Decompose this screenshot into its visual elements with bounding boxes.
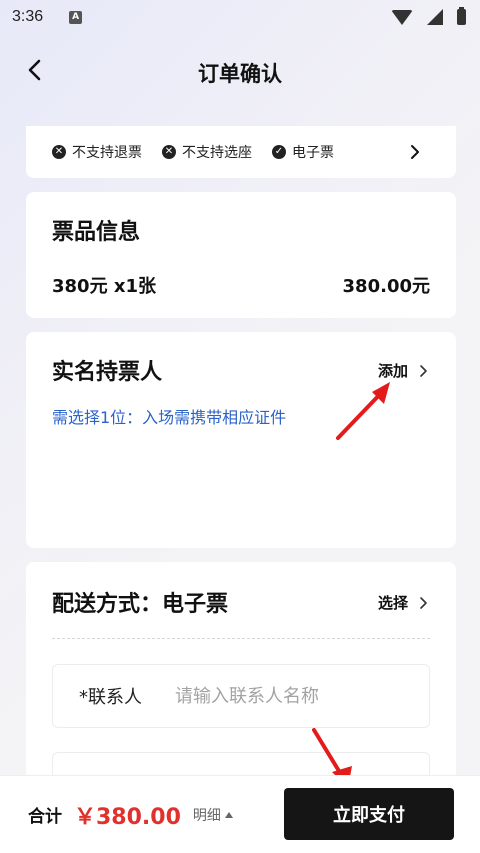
ticket-price: 380.00元 [342,276,430,297]
caret-up-icon [224,811,233,818]
battery-icon [457,7,466,25]
chevron-right-icon[interactable] [408,142,422,162]
total-label: 合计 [28,807,62,827]
contact-label: *联系人 [79,687,142,708]
tag-no-seat-selection: ✕ 不支持选座 [162,142,252,162]
price-detail-label: 明细 [192,807,221,824]
add-holder-label: 添加 [377,362,408,380]
tag-no-refund: ✕ 不支持退票 [52,142,142,162]
ticket-holder-card: 实名持票人 添加 需选择1位：入场需携带相应证件 [26,332,456,548]
chevron-right-icon [420,596,427,609]
tag-label: 电子票 [292,145,334,161]
page-title: 订单确认 [198,62,282,86]
status-time: 3:36 [12,8,44,25]
x-circle-icon: ✕ [52,145,66,159]
signal-icon [427,9,443,25]
chevron-right-icon [420,364,427,377]
contact-name-input[interactable] [175,685,415,707]
tag-label: 不支持退票 [72,145,142,161]
status-indicators [391,7,466,25]
delivery-method-title: 配送方式：电子票 [52,592,229,617]
nav-bar: 订单确认 [0,40,480,102]
ticket-holder-title: 实名持票人 [52,360,163,385]
ticket-info-card: 票品信息 380元 x1张 380.00元 [26,192,456,318]
dashed-divider [52,638,430,639]
delivery-card: 配送方式：电子票 选择 *联系人 [26,562,456,812]
status-bar: 3:36 A [0,0,480,34]
ticket-policy-tags[interactable]: ✕ 不支持退票 ✕ 不支持选座 ✓ 电子票 [26,126,456,178]
price-detail-toggle[interactable]: 明细 [193,805,233,825]
notification-app-icon: A [69,10,83,24]
tag-label: 不支持选座 [182,145,252,161]
ticket-info-title: 票品信息 [52,220,141,245]
select-delivery-label: 选择 [377,594,408,612]
contact-field-row[interactable]: *联系人 [52,664,430,728]
pay-now-button[interactable]: 立即支付 [284,788,454,840]
tag-e-ticket: ✓ 电子票 [272,142,334,162]
x-circle-icon: ✕ [162,145,176,159]
checkout-bar: 合计 ￥380.00 明细 立即支付 [0,775,480,853]
ticket-holder-hint: 需选择1位：入场需携带相应证件 [52,408,287,427]
check-circle-icon: ✓ [272,145,286,159]
ticket-quantity: 380元 x1张 [52,276,156,297]
wifi-icon [391,9,413,25]
total-amount: ￥380.00 [74,804,181,830]
add-holder-button[interactable]: 添加 [378,360,428,381]
select-delivery-button[interactable]: 选择 [378,592,428,613]
